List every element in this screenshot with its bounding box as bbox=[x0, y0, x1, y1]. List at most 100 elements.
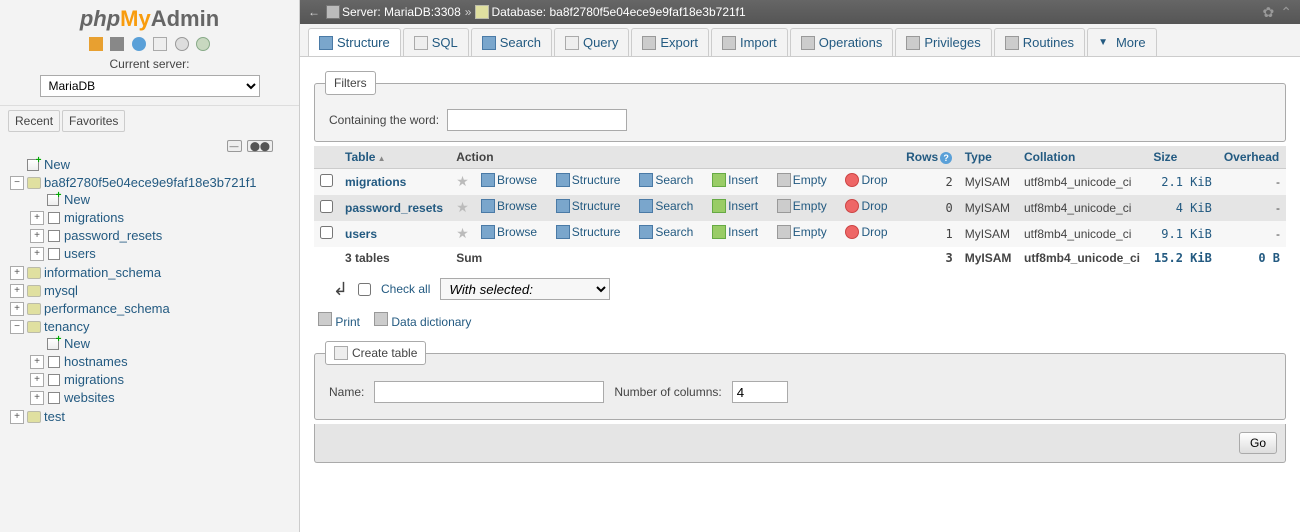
link-tree-icon[interactable]: ⬤⬤ bbox=[247, 140, 273, 152]
tree-db-mysql[interactable]: mysql bbox=[44, 283, 78, 298]
browse-link[interactable]: Browse bbox=[481, 199, 537, 213]
tree-db-information-schema[interactable]: information_schema bbox=[44, 265, 161, 280]
search-link[interactable]: Search bbox=[639, 173, 693, 187]
structure-link[interactable]: Structure bbox=[556, 199, 621, 213]
bc-db-link[interactable]: ba8f2780f5e04ece9e9faf18e3b721f1 bbox=[549, 5, 745, 19]
tree-new-db[interactable]: New bbox=[44, 157, 70, 172]
th-collation[interactable]: Collation bbox=[1018, 146, 1147, 169]
tab-search[interactable]: Search bbox=[471, 28, 552, 56]
expander-icon[interactable]: + bbox=[10, 410, 24, 424]
tree-new-table[interactable]: New bbox=[64, 192, 90, 207]
settings-icon[interactable] bbox=[175, 37, 189, 51]
docs-icon[interactable] bbox=[153, 37, 167, 51]
expander-icon[interactable]: + bbox=[30, 391, 44, 405]
tree-db-performance-schema[interactable]: performance_schema bbox=[44, 301, 170, 316]
tree-table-users[interactable]: users bbox=[64, 246, 96, 261]
home-icon[interactable] bbox=[89, 37, 103, 51]
row-checkbox[interactable] bbox=[320, 226, 333, 239]
tab-sql[interactable]: SQL bbox=[403, 28, 469, 56]
recent-button[interactable]: Recent bbox=[8, 110, 60, 132]
table-name-link[interactable]: users bbox=[345, 227, 377, 241]
tree-table-hostnames[interactable]: hostnames bbox=[64, 354, 128, 369]
structure-link[interactable]: Structure bbox=[556, 225, 621, 239]
tree-table-migrations[interactable]: migrations bbox=[64, 210, 124, 225]
expander-icon[interactable]: + bbox=[30, 211, 44, 225]
expander-icon[interactable]: + bbox=[10, 266, 24, 280]
page-collapse-icon[interactable]: ⌃ bbox=[1280, 4, 1292, 21]
nav-back-icon[interactable]: ← bbox=[308, 5, 322, 19]
table-name-link[interactable]: migrations bbox=[345, 175, 406, 189]
favorite-star-icon[interactable]: ★ bbox=[456, 225, 469, 241]
go-button[interactable]: Go bbox=[1239, 432, 1277, 454]
tab-query[interactable]: Query bbox=[554, 28, 629, 56]
drop-link[interactable]: Drop bbox=[845, 173, 887, 187]
th-overhead[interactable]: Overhead bbox=[1218, 146, 1286, 169]
tree-db-current[interactable]: ba8f2780f5e04ece9e9faf18e3b721f1 bbox=[44, 175, 257, 190]
logout-icon[interactable] bbox=[110, 37, 124, 51]
with-selected-select[interactable]: With selected: bbox=[440, 278, 610, 300]
insert-link[interactable]: Insert bbox=[712, 173, 758, 187]
table-name-link[interactable]: password_resets bbox=[345, 201, 443, 215]
tab-more[interactable]: ▼More bbox=[1087, 28, 1157, 56]
search-link[interactable]: Search bbox=[639, 225, 693, 239]
checkall-label[interactable]: Check all bbox=[381, 282, 430, 296]
empty-link[interactable]: Empty bbox=[777, 199, 827, 213]
favorite-star-icon[interactable]: ★ bbox=[456, 199, 469, 215]
structure-link[interactable]: Structure bbox=[556, 173, 621, 187]
tree-new-table[interactable]: New bbox=[64, 336, 90, 351]
tab-export[interactable]: Export bbox=[631, 28, 709, 56]
checkall-checkbox[interactable] bbox=[358, 283, 371, 296]
th-table[interactable]: Table bbox=[339, 146, 450, 169]
search-link[interactable]: Search bbox=[639, 199, 693, 213]
server-select[interactable]: MariaDB bbox=[40, 75, 260, 97]
table-icon bbox=[46, 354, 62, 370]
tree-table-password-resets[interactable]: password_resets bbox=[64, 228, 162, 243]
row-size: 2.1 KiB bbox=[1147, 169, 1218, 195]
tab-routines[interactable]: Routines bbox=[994, 28, 1085, 56]
th-type[interactable]: Type bbox=[959, 146, 1018, 169]
tree-db-tenancy[interactable]: tenancy bbox=[44, 319, 90, 334]
drop-link[interactable]: Drop bbox=[845, 225, 887, 239]
expander-icon[interactable]: + bbox=[30, 355, 44, 369]
th-size[interactable]: Size bbox=[1147, 146, 1218, 169]
favorites-button[interactable]: Favorites bbox=[62, 110, 125, 132]
expander-icon[interactable]: + bbox=[10, 284, 24, 298]
bc-server-link[interactable]: MariaDB:3308 bbox=[384, 5, 461, 19]
logo[interactable]: phpMyAdmin bbox=[0, 0, 299, 34]
expander-icon[interactable]: + bbox=[30, 247, 44, 261]
tab-structure[interactable]: Structure bbox=[308, 28, 401, 56]
database-icon bbox=[26, 319, 42, 335]
browse-link[interactable]: Browse bbox=[481, 225, 537, 239]
empty-link[interactable]: Empty bbox=[777, 173, 827, 187]
tree-table-websites[interactable]: websites bbox=[64, 390, 115, 405]
help-icon[interactable]: ? bbox=[940, 152, 952, 164]
insert-link[interactable]: Insert bbox=[712, 199, 758, 213]
insert-link[interactable]: Insert bbox=[712, 225, 758, 239]
page-settings-icon[interactable]: ✿ bbox=[1263, 4, 1275, 21]
tree-db-test[interactable]: test bbox=[44, 409, 65, 424]
th-rows[interactable]: Rows? bbox=[900, 146, 959, 169]
row-checkbox[interactable] bbox=[320, 200, 333, 213]
tab-import[interactable]: Import bbox=[711, 28, 788, 56]
empty-link[interactable]: Empty bbox=[777, 225, 827, 239]
tree-table-migrations2[interactable]: migrations bbox=[64, 372, 124, 387]
expander-icon[interactable]: + bbox=[10, 302, 24, 316]
drop-link[interactable]: Drop bbox=[845, 199, 887, 213]
reload-icon[interactable] bbox=[196, 37, 210, 51]
row-checkbox[interactable] bbox=[320, 174, 333, 187]
expander-icon[interactable]: − bbox=[10, 176, 24, 190]
data-dictionary-link[interactable]: Data dictionary bbox=[391, 315, 471, 329]
tab-privileges[interactable]: Privileges bbox=[895, 28, 991, 56]
print-link[interactable]: Print bbox=[335, 315, 360, 329]
create-cols-input[interactable] bbox=[732, 381, 788, 403]
expander-icon[interactable]: − bbox=[10, 320, 24, 334]
filter-input[interactable] bbox=[447, 109, 627, 131]
browse-link[interactable]: Browse bbox=[481, 173, 537, 187]
collapse-tree-icon[interactable]: — bbox=[227, 140, 242, 152]
expander-icon[interactable]: + bbox=[30, 229, 44, 243]
tab-operations[interactable]: Operations bbox=[790, 28, 894, 56]
create-name-input[interactable] bbox=[374, 381, 604, 403]
favorite-star-icon[interactable]: ★ bbox=[456, 173, 469, 189]
expander-icon[interactable]: + bbox=[30, 373, 44, 387]
help-icon[interactable] bbox=[132, 37, 146, 51]
